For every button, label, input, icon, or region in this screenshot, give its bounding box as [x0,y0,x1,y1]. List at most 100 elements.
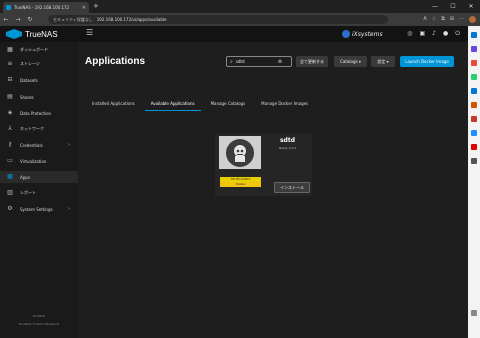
shield-icon: ◈ [7,109,13,116]
account-icon[interactable]: ● [443,30,448,38]
app-tabs: Installed Applications Available Applica… [86,99,318,111]
update-all-button[interactable]: 全て更新する [296,56,328,67]
tab-available-applications[interactable]: Available Applications [144,99,201,111]
address-bar-row: ← → ↻ セキュリティ保護なし 192.168.100.172/ui/apps… [0,13,480,26]
ixsystems-logo[interactable]: iXsystems [342,30,383,38]
more-icon[interactable]: ⋯ [459,14,464,25]
sidebar-item-datasets[interactable]: ⊟ Datasets [0,74,78,86]
teams-icon[interactable] [471,130,477,136]
sidebar-item-label: ネットワーク [20,126,44,131]
sidebar-item-label: System Settings [20,206,53,212]
sidebar-item-label: Shares [20,94,34,100]
truecommand-icon[interactable]: ◎ [407,30,412,38]
reports-icon: ▥ [7,189,13,196]
security-warning[interactable]: セキュリティ保護なし [53,17,93,23]
sidebar: ▦ ダッシュボード ≡ ストレージ ⊟ Datasets ▤ Shares ◈ … [0,42,78,338]
shopping-icon[interactable] [471,60,477,66]
read-aloud-icon[interactable]: A [423,14,426,25]
search-box[interactable]: ⌕ ⊗ [226,56,292,67]
address-bar[interactable]: セキュリティ保護なし 192.168.100.172/ui/apps/avail… [48,15,388,24]
refresh-icon[interactable]: ↻ [24,16,36,23]
forward-icon[interactable]: → [12,16,24,23]
sidebar-footer-copyright[interactable]: TrueNAS ©2024 iXsystems [0,322,78,326]
laptop-icon: ▭ [7,157,13,164]
app-logo-circle [226,138,254,167]
sidebar-item-label: Apps [20,174,30,180]
train-badge: Stable [220,182,261,187]
truenas-logo[interactable]: TrueNAS [6,29,58,39]
browser-window: TrueNAS - 192.168.100.172 ✕ + — ☐ ✕ ← → … [0,0,480,338]
sidebar-item-network[interactable]: ⅄ ネットワーク [0,123,78,135]
close-window-button[interactable]: ✕ [462,0,480,13]
sidebar-item-label: Credentials [20,142,43,148]
sidebar-item-storage[interactable]: ≡ ストレージ [0,58,78,70]
tab-manage-catalogs[interactable]: Manage Catalogs [205,99,252,111]
menu-toggle-icon[interactable]: ☰ [86,28,93,37]
sidebar-item-apps[interactable]: ▦ Apps [0,171,78,183]
sidebar-item-label: Virtualization [20,158,47,164]
top-toolbar: TrueNAS ☰ iXsystems ◎ ▣ ♪ ● ⏻ [0,26,468,42]
close-tab-icon[interactable]: ✕ [82,5,86,11]
sidebar-footer-title: TrueNAS [32,314,46,318]
office-icon[interactable] [471,102,477,108]
tab-installed-applications[interactable]: Installed Applications [86,99,141,111]
sidebar-item-credentials[interactable]: ⚷ Credentials › [0,139,78,151]
tools-icon[interactable] [471,74,477,80]
page-title: Applications [85,56,146,67]
maximize-button[interactable]: ☐ [444,0,462,13]
sidebar-item-label: Data Protection [20,110,52,116]
sidebar-item-data-protection[interactable]: ◈ Data Protection [0,107,78,119]
tab-manage-docker-images[interactable]: Manage Docker Images [255,99,314,111]
edge-sidebar [468,26,480,338]
app-name: sdtd [279,137,296,144]
launch-docker-image-button[interactable]: Launch Docker Image [400,56,454,67]
notifications-icon[interactable]: ♪ [432,30,436,38]
browser-tab-title: TrueNAS - 192.168.100.172 [14,5,70,10]
storage-icon: ≡ [7,60,13,67]
browser-tab[interactable]: TrueNAS - 192.168.100.172 ✕ [3,2,89,13]
split-screen-icon[interactable]: ⧉ [441,14,445,25]
gmail-icon[interactable] [471,116,477,122]
new-tab-button[interactable]: + [93,2,99,11]
outlook-icon[interactable] [471,88,477,94]
youtube-icon[interactable] [471,144,477,150]
settings-button[interactable]: 設定 ▾ [371,56,395,67]
add-app-icon[interactable] [471,158,477,164]
app-logo [219,136,261,169]
install-button[interactable]: インストール [274,182,310,193]
copilot-icon[interactable] [471,46,477,52]
sidebar-item-dashboard[interactable]: ▦ ダッシュボード [0,44,78,56]
jobs-icon[interactable]: ▣ [419,30,425,38]
chevron-right-icon: › [68,142,70,148]
chevron-right-icon: › [68,206,70,212]
truenas-logo-icon [6,29,22,39]
power-icon[interactable]: ⏻ [455,30,460,38]
sidebar-settings-icon[interactable] [471,310,477,316]
sidebar-item-virtualization[interactable]: ▭ Virtualization [0,155,78,167]
catalogs-button[interactable]: Catalogs ▾ [334,56,367,67]
sidebar-item-system-settings[interactable]: ⚙ System Settings › [0,203,78,215]
browser-tabbar: TrueNAS - 192.168.100.172 ✕ + — ☐ ✕ [0,0,480,13]
back-icon[interactable]: ← [0,16,12,23]
app-card[interactable]: TRUECHARTS Stable sdtd latest_2.0.0 インスト… [215,133,312,196]
favorites-icon[interactable]: ☆ [432,14,436,25]
gear-icon: ⚙ [7,205,13,212]
minimize-button[interactable]: — [426,0,444,13]
search-icon[interactable] [471,32,477,38]
collections-icon[interactable]: ⊞ [450,14,454,25]
sidebar-item-shares[interactable]: ▤ Shares [0,91,78,103]
avatar[interactable] [469,16,476,23]
search-input[interactable] [235,59,278,64]
apps-icon: ▦ [7,173,13,180]
app-version: latest_2.0.0 [278,146,297,150]
shares-icon: ▤ [7,93,13,100]
truenas-favicon-icon [6,5,11,10]
ix-logo-text: iXsystems [352,30,383,38]
sidebar-item-reports[interactable]: ▥ レポート [0,187,78,199]
dashboard-icon: ▦ [7,46,13,53]
clear-search-icon[interactable]: ⊗ [278,59,282,65]
logo-text: TrueNAS [25,29,58,39]
sidebar-item-label: ストレージ [20,61,40,66]
zombie-head-icon [234,144,246,162]
key-icon: ⚷ [7,141,13,148]
